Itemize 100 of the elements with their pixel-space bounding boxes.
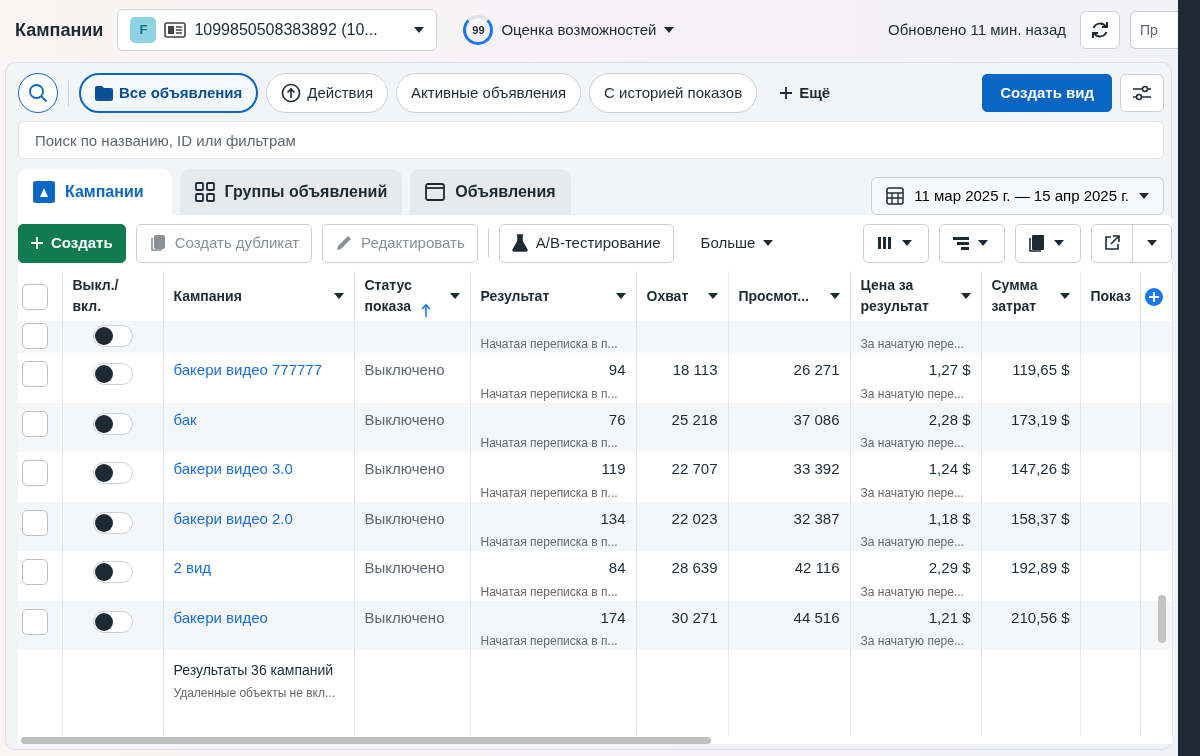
price-value: 2,28 $ [927, 409, 971, 430]
filter-chip[interactable]: Все объявления [79, 73, 259, 113]
toggle-switch[interactable] [92, 363, 133, 385]
result-note: Начатая переписка в п... [480, 484, 619, 502]
filter-chip[interactable]: Активные объявления [396, 73, 582, 113]
price-note: За начатую пере... [860, 534, 965, 551]
row-checkbox[interactable] [22, 509, 48, 536]
column-header[interactable]: Результат [480, 285, 550, 307]
caret-icon [960, 293, 971, 299]
status-text: Выключено [364, 509, 445, 527]
result-note: Начатая переписка в п... [480, 385, 619, 403]
campaign-link[interactable]: бакери видео 3.0 [173, 460, 293, 477]
columns-button[interactable] [863, 223, 929, 263]
external-link-icon [1104, 235, 1120, 251]
more-filters-button[interactable]: Ещё [765, 73, 845, 113]
column-header[interactable]: Цена за результат [860, 275, 941, 317]
campaign-link[interactable]: бакери видео [173, 608, 268, 626]
row-checkbox[interactable] [22, 559, 48, 585]
tab[interactable]: Объявления [410, 169, 571, 215]
result-value: 94 [607, 360, 626, 380]
price-note: За начатую пере... [860, 336, 965, 353]
result-value: 174 [599, 607, 626, 628]
reach-value: 18 113 [672, 361, 718, 378]
tab[interactable]: Группы объявлений [179, 169, 403, 215]
create-button[interactable]: Создать [18, 223, 126, 263]
row-checkbox[interactable] [22, 361, 48, 387]
select-all-checkbox[interactable] [22, 284, 48, 310]
toggle-switch[interactable] [92, 610, 133, 633]
search-button[interactable] [18, 73, 58, 113]
spend-value: 119,65 $ [1012, 361, 1070, 378]
ab-test-button[interactable]: A/B-тестирование [498, 223, 674, 263]
score-ring: 99 [463, 15, 494, 45]
result-note: Начатая переписка в п... [480, 633, 619, 650]
toggle-switch[interactable] [92, 325, 133, 347]
views-value: 26 271 [793, 361, 840, 378]
plus-icon [779, 86, 794, 100]
create-view-button[interactable]: Создать вид [982, 74, 1112, 112]
column-header[interactable]: Просмот... [738, 285, 809, 307]
spend-value: 192,89 $ [1011, 559, 1070, 576]
row-checkbox[interactable] [22, 323, 48, 349]
column-header[interactable]: Показ [1090, 285, 1132, 307]
caret-icon [449, 293, 460, 299]
reach-value: 30 271 [671, 608, 718, 626]
flask-icon [511, 234, 528, 252]
price-note: За начатую пере... [860, 583, 965, 601]
toggle-switch[interactable] [92, 462, 133, 484]
score-label: Оценка возможностей [501, 19, 657, 40]
caret-icon [1059, 293, 1070, 299]
status-text: Выключено [364, 559, 445, 576]
filter-settings-button[interactable] [1120, 74, 1164, 112]
toggle-switch[interactable] [92, 561, 133, 583]
calendar-icon [886, 187, 905, 205]
column-header[interactable]: Выкл./вкл. [72, 275, 133, 317]
views-value: 37 086 [793, 410, 840, 428]
status-text: Выключено [364, 460, 445, 477]
caret-icon [978, 240, 988, 246]
report-icon [1028, 234, 1046, 252]
add-column-icon[interactable] [1144, 287, 1163, 306]
tab[interactable]: Кампании [18, 169, 172, 215]
row-checkbox[interactable] [22, 608, 48, 635]
spend-value: 173,19 $ [1011, 410, 1070, 428]
column-header[interactable]: Статус показа [364, 275, 417, 317]
campaign-link[interactable]: бакери видео 777777 [173, 361, 323, 378]
account-selector[interactable]: F 1099850508383892 (10... [117, 9, 438, 51]
reach-value: 22 023 [671, 509, 718, 527]
upload-icon [281, 83, 302, 103]
campaign-link[interactable]: бак [173, 410, 197, 428]
row-checkbox[interactable] [22, 460, 48, 486]
campaign-link[interactable]: 2 вид [173, 559, 212, 576]
search-icon [28, 83, 48, 103]
reach-value: 25 218 [671, 410, 718, 428]
toggle-switch[interactable] [92, 511, 133, 534]
column-header[interactable]: Охват [646, 285, 689, 307]
result-value: 119 [600, 459, 626, 479]
price-value: 1,18 $ [927, 508, 971, 529]
refresh-icon [1090, 20, 1110, 40]
search-field[interactable]: Поиск по названию, ID или фильтрам [18, 121, 1164, 159]
cut-off-button[interactable]: Пр [1130, 11, 1178, 49]
breakdown-button[interactable] [939, 223, 1005, 263]
toggle-switch[interactable] [92, 412, 133, 435]
date-range-button[interactable]: 11 мар 2025 г. — 15 апр 2025 г. [871, 177, 1164, 215]
caret-icon [763, 240, 774, 246]
filter-chip[interactable]: Действия [266, 73, 389, 113]
status-text: Выключено [364, 361, 445, 378]
column-header[interactable]: Кампания [173, 285, 242, 307]
page-title: Кампании [15, 18, 104, 42]
row-checkbox[interactable] [22, 410, 48, 437]
window-icon [425, 183, 446, 201]
horizontal-scrollbar[interactable] [21, 737, 711, 744]
result-note: Начатая переписка в п... [480, 534, 619, 551]
opportunity-score-button[interactable]: 99 Оценка возможностей [463, 15, 675, 45]
result-value: 84 [607, 558, 626, 578]
updated-time: Обновлено 11 мин. назад [888, 19, 1066, 40]
filter-chip[interactable]: С историей показов [589, 73, 758, 113]
caret-icon [414, 27, 425, 33]
results-note: Удаленные объекты не вкл... [173, 685, 336, 702]
refresh-button[interactable] [1080, 11, 1120, 49]
column-header[interactable]: Сумма затрат [991, 275, 1056, 317]
vertical-scrollbar[interactable] [1158, 595, 1166, 643]
reports-button[interactable] [1015, 223, 1081, 263]
